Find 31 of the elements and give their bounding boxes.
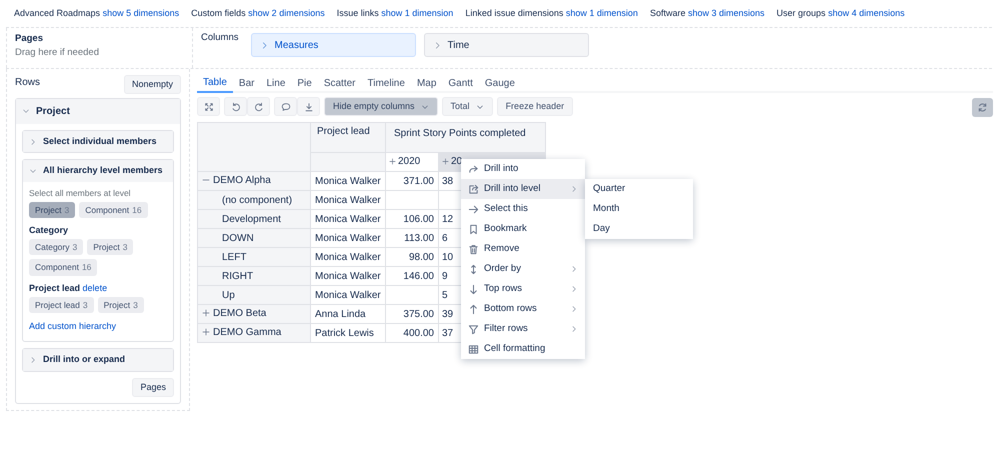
table-cell: Monica Walker [310,172,386,190]
dimension-label: Issue links [336,8,379,18]
table-cell: 98.00 [386,248,438,266]
table-cell: 400.00 [386,324,438,342]
pages-title: Pages [15,32,44,46]
table-cell: 371.00 [386,172,438,190]
table-cell: 106.00 [386,210,438,228]
table-cell: Monica Walker [310,266,386,286]
hierarchy-title: Category [29,224,68,235]
table-cell: 113.00 [386,228,438,248]
table-cell: Monica Walker [310,228,386,248]
dimension-label: Custom fields [191,8,246,18]
table-cell: Patrick Lewis [310,324,386,342]
table-cell: Monica Walker [310,286,386,304]
dimension-label: Advanced Roadmaps [14,8,100,18]
table-cell: Monica Walker [310,210,386,228]
dimension-label: Linked issue dimensions [465,8,564,18]
table-cell: Monica Walker [310,190,386,210]
table-cell: Monica Walker [310,248,386,266]
column-header: Project lead [310,122,386,152]
rows-title: Rows [15,76,40,90]
hierarchy-title: Project lead [29,282,80,293]
table-cell: 375.00 [386,304,438,324]
table-cell: 146.00 [386,266,438,286]
level-hint: Select all members at level [29,186,132,200]
pages-hint: Drag here if needed [15,46,100,60]
columns-title: Columns [201,31,238,45]
dimension-label: User groups [776,8,826,18]
table-cell: Anna Linda [310,304,386,324]
dimension-label: Software [650,8,686,18]
measure-header: Sprint Story Points completed [386,122,546,152]
